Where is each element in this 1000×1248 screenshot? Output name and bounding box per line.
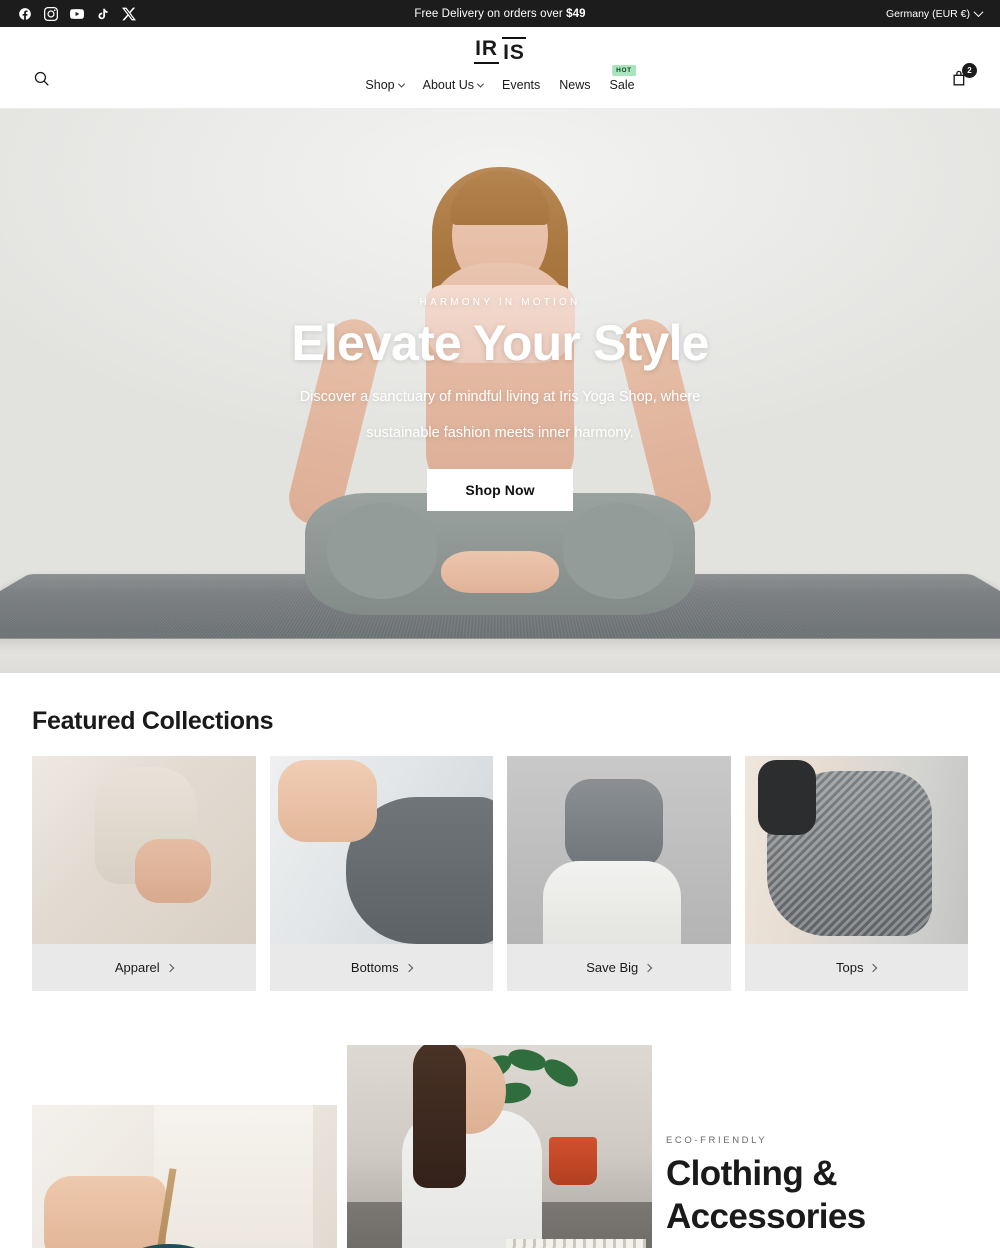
chevron-down-icon (973, 7, 984, 18)
story-image-singing-bowl (32, 1105, 337, 1248)
social-links (18, 6, 136, 21)
collection-image-apparel (32, 756, 256, 944)
story-text-block: ECO-FRIENDLY Clothing & Accessories Dive… (666, 1135, 966, 1248)
story-title: Clothing & Accessories (666, 1154, 866, 1236)
featured-collections-section: Featured Collections Apparel Bottoms Sav… (0, 707, 1000, 991)
nav-label-news: News (559, 78, 591, 92)
hero-eyebrow: HARMONY IN MOTION (419, 297, 581, 308)
hero-banner: HARMONY IN MOTION Elevate Your Style Dis… (0, 109, 1000, 673)
announcement-amount: $49 (566, 7, 586, 20)
facebook-icon[interactable] (18, 7, 32, 21)
chevron-down-icon (397, 80, 405, 88)
collection-label-tops: Tops (744, 944, 968, 991)
chevron-right-icon (165, 963, 174, 972)
collection-label-bottoms: Bottoms (269, 944, 493, 991)
collection-card-save-big[interactable]: Save Big (507, 756, 731, 991)
nav-item-shop[interactable]: Shop (365, 78, 405, 92)
chevron-right-icon (644, 963, 653, 972)
announcement-bar: Free Delivery on orders over $49 Germany… (0, 0, 1000, 27)
story-eyebrow: ECO-FRIENDLY (666, 1135, 768, 1146)
hero-content: HARMONY IN MOTION Elevate Your Style Dis… (0, 109, 1000, 673)
woman-in-tank-top (401, 1045, 543, 1248)
collection-label-save-big: Save Big (507, 944, 731, 991)
x-icon[interactable] (122, 7, 136, 21)
site-logo[interactable]: IR IS (474, 36, 526, 64)
locale-label: Germany (EUR €) (885, 7, 970, 20)
announcement-text: Free Delivery on orders over (414, 7, 567, 20)
hot-badge: HOT (612, 65, 636, 76)
hero-title: Elevate Your Style (291, 315, 709, 371)
tiktok-icon[interactable] (96, 7, 110, 21)
chevron-right-icon (404, 963, 413, 972)
collection-name-bottoms: Bottoms (350, 960, 399, 975)
hand-holding-mallet (44, 1176, 167, 1248)
nav-label-sale: Sale (609, 78, 635, 92)
logo-text-is: IS (502, 36, 526, 63)
hero-subtitle: Discover a sanctuary of mindful living a… (299, 389, 701, 441)
collection-name-save-big: Save Big (586, 960, 639, 975)
collection-image-tops (744, 756, 968, 944)
collection-name-tops: Tops (836, 960, 864, 975)
story-section: ECO-FRIENDLY Clothing & Accessories Dive… (0, 1035, 1000, 1248)
announcement-message: Free Delivery on orders over $49 (0, 8, 1000, 20)
cart-button[interactable]: 2 (951, 63, 977, 93)
instagram-icon[interactable] (44, 6, 58, 21)
nav-label-shop: Shop (365, 78, 395, 92)
search-icon (34, 71, 49, 86)
nav-label-events: Events (502, 78, 541, 92)
shop-now-button[interactable]: Shop Now (427, 469, 573, 512)
nav-item-sale[interactable]: HOT Sale (609, 65, 636, 92)
collection-image-bottoms (269, 756, 493, 944)
locale-selector[interactable]: Germany (EUR €) (885, 7, 984, 20)
chevron-right-icon (869, 963, 878, 972)
collections-grid: Apparel Bottoms Save Big Tops (32, 756, 968, 991)
collection-card-bottoms[interactable]: Bottoms (269, 756, 493, 991)
logo-text-ir: IR (474, 38, 500, 64)
nav-label-about-us: About Us (422, 78, 475, 92)
cart-count-badge: 2 (962, 63, 977, 78)
main-navigation: Shop About Us Events News HOT Sale (365, 65, 636, 92)
nav-item-about-us[interactable]: About Us (422, 78, 485, 92)
collection-card-tops[interactable]: Tops (744, 756, 968, 991)
collection-card-apparel[interactable]: Apparel (32, 756, 256, 991)
nav-item-events[interactable]: Events (502, 78, 540, 92)
story-image-yoga-woman (347, 1045, 652, 1248)
site-header: IR IS Shop About Us Events News HOT Sale (0, 27, 1000, 109)
chevron-down-icon (477, 80, 485, 88)
collection-label-apparel: Apparel (32, 944, 256, 991)
nav-item-news[interactable]: News (559, 78, 590, 92)
collection-name-apparel: Apparel (114, 960, 160, 975)
collection-image-save-big (507, 756, 731, 944)
search-button[interactable] (33, 70, 50, 92)
youtube-icon[interactable] (70, 7, 84, 21)
brand-and-nav: IR IS Shop About Us Events News HOT Sale (365, 27, 636, 92)
striped-towel (505, 1239, 646, 1248)
featured-collections-title: Featured Collections (32, 707, 274, 735)
